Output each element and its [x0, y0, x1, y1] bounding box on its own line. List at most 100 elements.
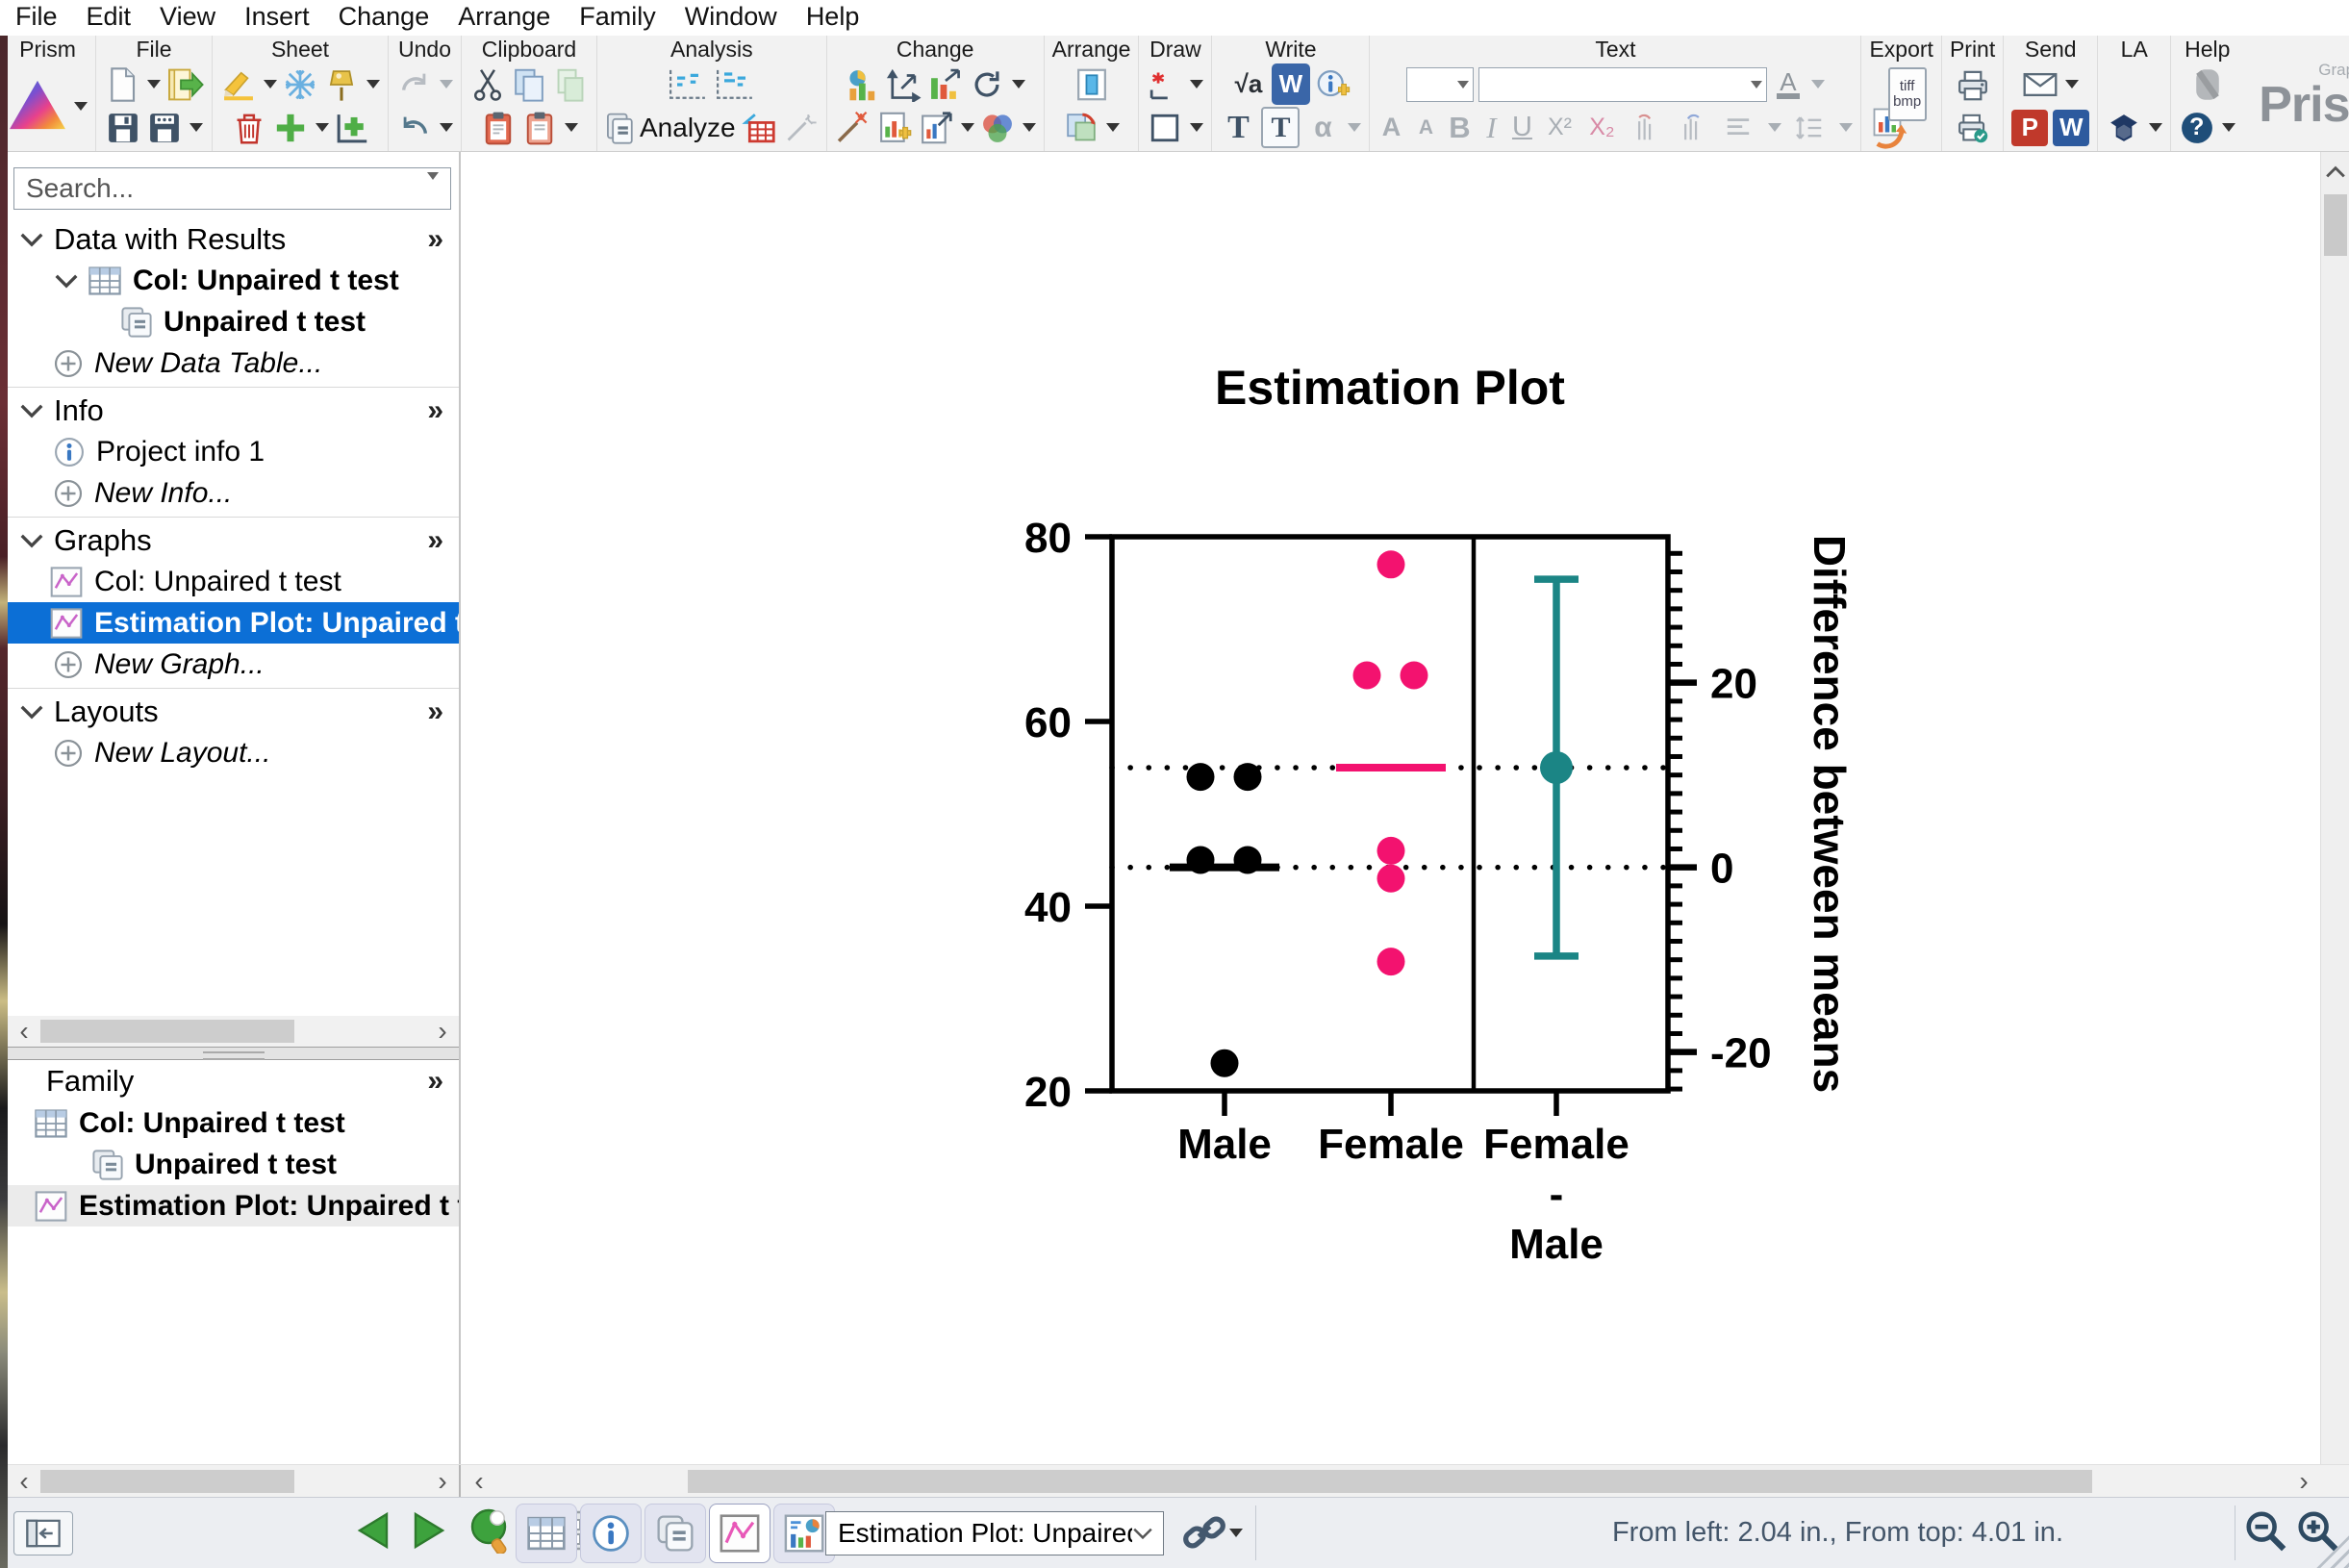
new-file-button[interactable]	[104, 63, 140, 105]
rename-sheet-button[interactable]	[220, 63, 257, 105]
magic-wand-button[interactable]	[835, 107, 871, 148]
graph-canvas[interactable]: Estimation Plot 80 60 40 20 Male Female Female -…	[463, 152, 2320, 1464]
menu-change[interactable]: Change	[324, 0, 444, 36]
go-to-search-button[interactable]	[466, 1507, 516, 1558]
font-family-select[interactable]	[1478, 66, 1767, 102]
change-axes-button[interactable]	[886, 63, 922, 105]
scrollbar-thumb[interactable]	[688, 1470, 2092, 1493]
sidebar-item-new-layout[interactable]: New Layout...	[8, 732, 459, 773]
menu-view[interactable]: View	[145, 0, 230, 36]
scroll-left-icon[interactable]	[8, 1016, 40, 1047]
ttest-shortcut2-button[interactable]	[714, 63, 756, 105]
print-button[interactable]	[1955, 63, 1991, 105]
resize-graph-button[interactable]	[918, 107, 954, 148]
paste-button[interactable]	[480, 107, 517, 148]
equation-button[interactable]: √a	[1230, 63, 1267, 105]
scrollbar-thumb[interactable]	[2324, 194, 2347, 256]
section-expand-icon[interactable]: »	[427, 524, 459, 557]
add-data-button[interactable]	[876, 107, 913, 148]
menu-help[interactable]: Help	[792, 0, 874, 36]
sidebar-item-new-graph[interactable]: New Graph...	[8, 644, 459, 685]
data-grid-button[interactable]	[741, 107, 777, 148]
freeze-sheet-button[interactable]	[282, 63, 318, 105]
reapply-caret[interactable]	[1012, 80, 1026, 89]
sidebar-horizontal-scrollbar[interactable]	[8, 1016, 459, 1047]
save-special-button[interactable]	[146, 107, 183, 148]
family-item-estimation-plot[interactable]: Estimation Plot: Unpaired t test of	[8, 1185, 459, 1227]
undo-caret[interactable]	[440, 123, 453, 132]
cut-button[interactable]	[469, 63, 506, 105]
menu-window[interactable]: Window	[670, 0, 792, 36]
menu-family[interactable]: Family	[565, 0, 670, 36]
toggle-navigator-button[interactable]	[13, 1511, 73, 1555]
reapply-button[interactable]	[969, 63, 1005, 105]
next-sheet-button[interactable]	[410, 1510, 448, 1555]
open-file-button[interactable]	[165, 63, 204, 105]
annotate-button[interactable]	[1147, 63, 1183, 105]
tab-info[interactable]	[580, 1503, 642, 1563]
scroll-right-icon[interactable]	[426, 1465, 459, 1498]
info-note-button[interactable]	[1315, 63, 1351, 105]
align-objects-button[interactable]	[1073, 63, 1110, 105]
scroll-up-icon[interactable]	[2325, 162, 2346, 183]
menu-insert[interactable]: Insert	[230, 0, 324, 36]
section-expand-icon[interactable]: »	[427, 394, 459, 427]
whats-new-button[interactable]	[2189, 63, 2226, 105]
prism-menu-caret[interactable]	[74, 101, 88, 111]
family-item-results[interactable]: Unpaired t test	[8, 1144, 459, 1185]
scrollbar-thumb[interactable]	[40, 1020, 294, 1043]
change-order-button[interactable]	[927, 63, 964, 105]
sidebar-item-estimation-plot[interactable]: Estimation Plot: Unpaired t test of	[8, 602, 459, 644]
resize-caret[interactable]	[960, 123, 974, 132]
delete-sheet-button[interactable]	[231, 107, 267, 148]
draw-shape-button[interactable]	[1147, 107, 1183, 148]
paste-special-button[interactable]	[521, 107, 558, 148]
family-item-col-table[interactable]: Col: Unpaired t test	[8, 1102, 459, 1144]
sidebar-item-new-info[interactable]: New Info...	[8, 472, 459, 514]
sidebar-item-project-info[interactable]: Project info 1	[8, 431, 459, 472]
scroll-right-icon[interactable]	[426, 1016, 459, 1047]
sidebar-bottom-scrollbar[interactable]	[8, 1465, 461, 1498]
rename-caret[interactable]	[264, 80, 277, 89]
undo-button[interactable]	[396, 107, 433, 148]
draw-shape-caret[interactable]	[1190, 123, 1204, 132]
help-button[interactable]: ?	[2179, 107, 2215, 148]
copy-button[interactable]	[511, 63, 547, 105]
menu-file[interactable]: File	[15, 0, 72, 36]
rotate-page-caret[interactable]	[1106, 123, 1121, 132]
export-button[interactable]: tiff bmp	[1873, 64, 1927, 149]
print-preview-button[interactable]	[1955, 107, 1991, 148]
tab-results[interactable]	[644, 1503, 706, 1563]
scroll-left-icon[interactable]	[8, 1465, 40, 1498]
sidebar-item-new-data-table[interactable]: New Data Table...	[8, 342, 459, 384]
send-word-button[interactable]: W	[2053, 109, 2090, 146]
paste-caret[interactable]	[565, 123, 578, 132]
menu-arrange[interactable]: Arrange	[443, 0, 565, 36]
sidebar-item-results[interactable]: Unpaired t test	[8, 301, 459, 342]
labarchives-button[interactable]	[2106, 107, 2142, 148]
save-button[interactable]	[105, 107, 141, 148]
section-graphs[interactable]: Graphs »	[8, 520, 459, 561]
section-expand-icon[interactable]: »	[427, 223, 459, 256]
labarchives-caret[interactable]	[2149, 123, 2163, 132]
scrollbar-thumb[interactable]	[40, 1470, 294, 1493]
panel-splitter[interactable]	[8, 1047, 459, 1060]
section-layouts[interactable]: Layouts »	[8, 692, 459, 732]
rotate-page-button[interactable]	[1063, 107, 1099, 148]
help-caret[interactable]	[2222, 123, 2236, 132]
search-chevron-icon[interactable]	[416, 172, 450, 197]
color-scheme-caret[interactable]	[1022, 123, 1036, 132]
new-sheet-button[interactable]	[272, 107, 309, 148]
estimation-plot-chart[interactable]: Estimation Plot80604020Male Female Female-…	[463, 152, 2320, 1464]
sidebar-item-col-graph[interactable]: Col: Unpaired t test	[8, 561, 459, 602]
font-size-select[interactable]	[1405, 66, 1474, 102]
vertical-scrollbar[interactable]	[2320, 152, 2349, 1464]
tab-graphs[interactable]	[709, 1503, 770, 1563]
email-caret[interactable]	[2065, 80, 2080, 89]
zoom-out-button[interactable]	[2243, 1508, 2287, 1557]
pin-caret[interactable]	[366, 80, 380, 89]
scroll-right-icon[interactable]	[2287, 1465, 2320, 1498]
send-powerpoint-button[interactable]: P	[2011, 109, 2049, 146]
word-page-button[interactable]: W	[1271, 63, 1310, 105]
change-graph-type-button[interactable]	[845, 63, 881, 105]
